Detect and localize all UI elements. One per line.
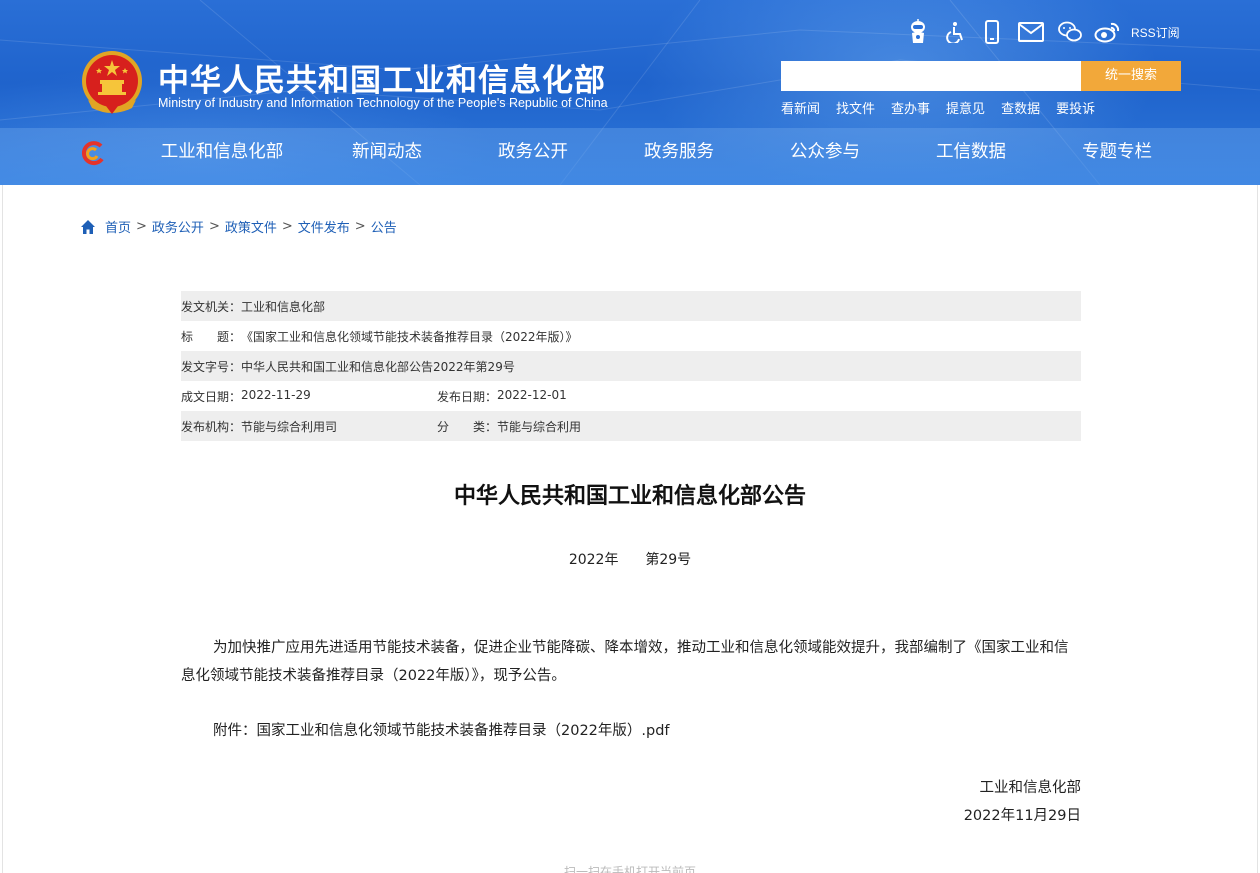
main-nav: 工业和信息化部 新闻动态 政务公开 政务服务 公众参与 工信数据 专题专栏 [130, 128, 1190, 176]
meta-title: 《国家工业和信息化领域节能技术装备推荐目录（2022年版）》 [241, 329, 578, 344]
meta-row-doc-number: 发文字号： 中华人民共和国工业和信息化部公告2022年第29号 [181, 351, 1081, 381]
meta-published-date: 2022-12-01 [497, 387, 567, 402]
meta-category: 节能与综合利用 [497, 419, 582, 434]
document-title: 中华人民共和国工业和信息化部公告 [453, 484, 806, 509]
quicklink-data[interactable]: 查数据 [1001, 98, 1040, 117]
breadcrumb-separator: > [354, 219, 366, 234]
ministry-logo-icon[interactable] [80, 140, 106, 166]
nav-item-special-topics[interactable]: 专题专栏 [1044, 128, 1190, 176]
robot-assistant-icon[interactable] [905, 19, 931, 45]
content-border [1257, 185, 1258, 873]
accessibility-icon[interactable] [942, 19, 968, 45]
search-input[interactable] [781, 61, 1081, 91]
document-date: 2022年11月29日 [963, 808, 1081, 824]
breadcrumb-announcement[interactable]: 公告 [371, 217, 397, 236]
breadcrumb: 首页 > 政务公开 > 政策文件 > 文件发布 > 公告 [80, 217, 397, 236]
rss-subscribe-link[interactable]: RSS订阅 [1131, 24, 1180, 41]
site-subtitle: Ministry of Industry and Information Tec… [158, 96, 608, 110]
meta-label: 分 类： [437, 419, 498, 434]
meta-agency: 节能与综合利用司 [241, 419, 338, 434]
search-button[interactable]: 统一搜索 [1081, 61, 1181, 91]
meta-issuer: 工业和信息化部 [241, 299, 326, 314]
content-border [2, 185, 3, 873]
document-issue: 第29号 [645, 552, 692, 568]
breadcrumb-separator: > [208, 219, 220, 234]
quicklink-services[interactable]: 查办事 [891, 98, 930, 117]
weibo-icon[interactable] [1094, 19, 1120, 45]
meta-label: 标 题： [181, 329, 242, 344]
document-attachment: 附件：国家工业和信息化领域节能技术装备推荐目录（2022年版）.pdf [181, 717, 1081, 745]
document-meta-table: 发文机关： 工业和信息化部 标 题： 《国家工业和信息化领域节能技术装备推荐目录… [181, 291, 1081, 441]
breadcrumb-home[interactable]: 首页 [105, 217, 131, 236]
nav-item-ministry[interactable]: 工业和信息化部 [130, 128, 314, 176]
meta-row-dates: 成文日期： 2022-11-29 发布日期： 2022-12-01 [181, 381, 1081, 411]
meta-doc-number: 中华人民共和国工业和信息化部公告2022年第29号 [241, 359, 515, 374]
document-paragraph: 为加快推广应用先进适用节能技术装备，促进企业节能降碳、降本增效，推动工业和信息化… [181, 640, 1069, 684]
meta-label: 发布日期： [437, 389, 498, 404]
quicklink-files[interactable]: 找文件 [836, 98, 875, 117]
meta-row-agency: 发布机构： 节能与综合利用司 分 类： 节能与综合利用 [181, 411, 1081, 441]
nav-item-data[interactable]: 工信数据 [898, 128, 1044, 176]
meta-written-date: 2022-11-29 [241, 387, 311, 402]
attachment-label: 附件： [213, 723, 257, 739]
wechat-icon[interactable] [1057, 19, 1083, 45]
document-signer: 工业和信息化部 [979, 780, 1082, 796]
meta-row-issuer: 发文机关： 工业和信息化部 [181, 291, 1081, 321]
site-title[interactable]: 中华人民共和国工业和信息化部 [158, 55, 606, 100]
quicklink-feedback[interactable]: 提意见 [946, 98, 985, 117]
meta-row-title: 标 题： 《国家工业和信息化领域节能技术装备推荐目录（2022年版）》 [181, 321, 1081, 351]
breadcrumb-government-affairs[interactable]: 政务公开 [152, 217, 204, 236]
mail-icon[interactable] [1016, 19, 1046, 45]
meta-label: 发文字号： [181, 359, 242, 374]
nav-item-news[interactable]: 新闻动态 [314, 128, 460, 176]
quicklink-complaint[interactable]: 要投诉 [1056, 98, 1095, 117]
home-icon [81, 219, 95, 234]
meta-label: 成文日期： [181, 389, 242, 404]
quick-links: 看新闻 找文件 查办事 提意见 查数据 要投诉 [781, 98, 1111, 117]
breadcrumb-separator: > [136, 219, 147, 234]
site-header: 中华人民共和国工业和信息化部 Ministry of Industry and … [0, 0, 1260, 185]
nav-item-services[interactable]: 政务服务 [606, 128, 752, 176]
attachment-link[interactable]: 国家工业和信息化领域节能技术装备推荐目录（2022年版）.pdf [257, 723, 670, 739]
qr-code-hint: 扫一扫在手机打开当前页 [563, 865, 696, 873]
mobile-icon[interactable] [979, 19, 1005, 45]
meta-label: 发文机关： [181, 299, 242, 314]
quicklink-news[interactable]: 看新闻 [781, 98, 820, 117]
breadcrumb-policy-files[interactable]: 政策文件 [225, 217, 277, 236]
tool-icons: RSS订阅 [905, 17, 1180, 47]
meta-label: 发布机构： [181, 419, 242, 434]
breadcrumb-file-release[interactable]: 文件发布 [298, 217, 350, 236]
nav-item-government-affairs[interactable]: 政务公开 [460, 128, 606, 176]
breadcrumb-separator: > [281, 219, 293, 234]
document-number: 2022年 第29号 [0, 549, 1260, 569]
national-emblem-icon[interactable] [80, 50, 144, 116]
document-year: 2022年 [568, 552, 619, 568]
nav-item-participation[interactable]: 公众参与 [752, 128, 898, 176]
